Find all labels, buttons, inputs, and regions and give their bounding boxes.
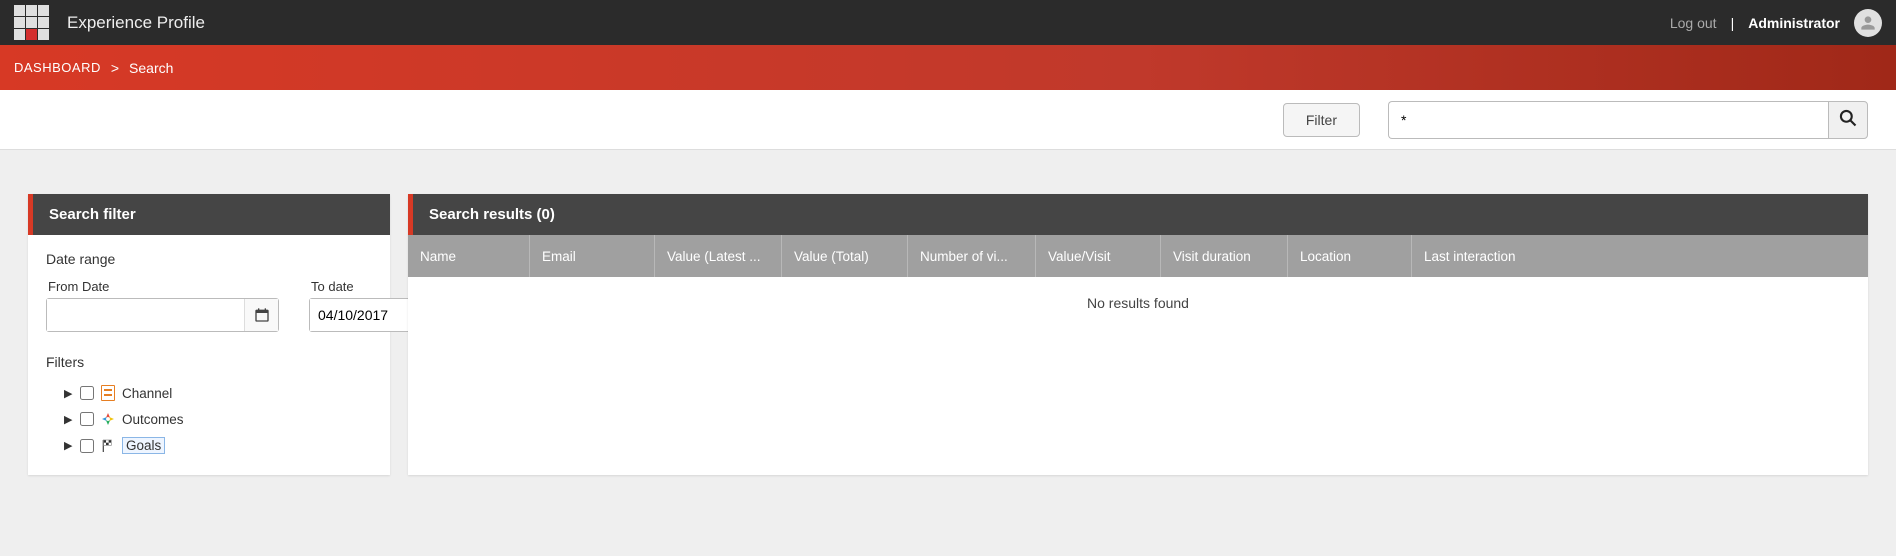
logout-link[interactable]: Log out <box>1670 15 1717 31</box>
app-title: Experience Profile <box>67 13 205 33</box>
results-table-header: Name Email Value (Latest ... Value (Tota… <box>408 235 1868 277</box>
action-bar: Filter <box>0 90 1896 150</box>
calendar-icon[interactable] <box>244 299 278 331</box>
chevron-right-icon[interactable]: ▶ <box>64 387 74 400</box>
channel-icon <box>100 385 116 401</box>
column-last-interaction[interactable]: Last interaction <box>1412 235 1868 277</box>
goals-label: Goals <box>122 437 165 454</box>
search-filter-panel: Search filter Date range From Date To da… <box>28 194 390 475</box>
outcomes-label: Outcomes <box>122 412 184 427</box>
column-visit-duration[interactable]: Visit duration <box>1161 235 1288 277</box>
outcomes-icon <box>100 411 116 427</box>
content-area: Search filter Date range From Date To da… <box>0 150 1896 519</box>
breadcrumb-separator: > <box>111 60 119 76</box>
tree-item-outcomes[interactable]: ▶ Outcomes <box>64 406 372 432</box>
column-value-latest[interactable]: Value (Latest ... <box>655 235 782 277</box>
search-results-panel: Search results (0) Name Email Value (Lat… <box>408 194 1868 475</box>
filter-panel-body: Date range From Date To date <box>28 235 390 475</box>
breadcrumb-bar: DASHBOARD > Search <box>0 45 1896 90</box>
top-bar: Experience Profile Log out | Administrat… <box>0 0 1896 45</box>
filter-tree: ▶ Channel ▶ Outcomes ▶ <box>46 380 372 459</box>
top-bar-right: Log out | Administrator <box>1670 9 1882 37</box>
breadcrumb-dashboard[interactable]: DASHBOARD <box>14 60 101 75</box>
username-label[interactable]: Administrator <box>1748 15 1840 31</box>
outcomes-checkbox[interactable] <box>80 412 94 426</box>
column-name[interactable]: Name <box>408 235 530 277</box>
column-value-visit[interactable]: Value/Visit <box>1036 235 1161 277</box>
channel-checkbox[interactable] <box>80 386 94 400</box>
app-logo-icon[interactable] <box>14 5 49 40</box>
date-range-row: From Date To date <box>46 279 372 332</box>
filter-panel-title: Search filter <box>28 194 390 235</box>
chevron-right-icon[interactable]: ▶ <box>64 413 74 426</box>
from-date-label: From Date <box>46 279 279 294</box>
column-num-visits[interactable]: Number of vi... <box>908 235 1036 277</box>
tree-item-goals[interactable]: ▶ Goals <box>64 432 372 459</box>
tree-item-channel[interactable]: ▶ Channel <box>64 380 372 406</box>
search-wrap <box>1388 101 1868 139</box>
filter-button[interactable]: Filter <box>1283 103 1360 137</box>
from-date-input[interactable] <box>47 299 244 331</box>
chevron-right-icon[interactable]: ▶ <box>64 439 74 452</box>
breadcrumb-current: Search <box>129 60 173 76</box>
filters-label: Filters <box>46 354 372 370</box>
flag-icon <box>100 438 116 454</box>
header-divider: | <box>1731 15 1735 31</box>
column-value-total[interactable]: Value (Total) <box>782 235 908 277</box>
search-input[interactable] <box>1388 101 1828 139</box>
search-button[interactable] <box>1828 101 1868 139</box>
from-date-group: From Date <box>46 279 279 332</box>
date-range-label: Date range <box>46 251 372 267</box>
column-email[interactable]: Email <box>530 235 655 277</box>
avatar-icon[interactable] <box>1854 9 1882 37</box>
from-date-input-wrap <box>46 298 279 332</box>
goals-checkbox[interactable] <box>80 439 94 453</box>
column-location[interactable]: Location <box>1288 235 1412 277</box>
search-icon <box>1838 108 1858 131</box>
results-panel-title: Search results (0) <box>408 194 1868 235</box>
channel-label: Channel <box>122 386 172 401</box>
no-results-message: No results found <box>408 277 1868 329</box>
